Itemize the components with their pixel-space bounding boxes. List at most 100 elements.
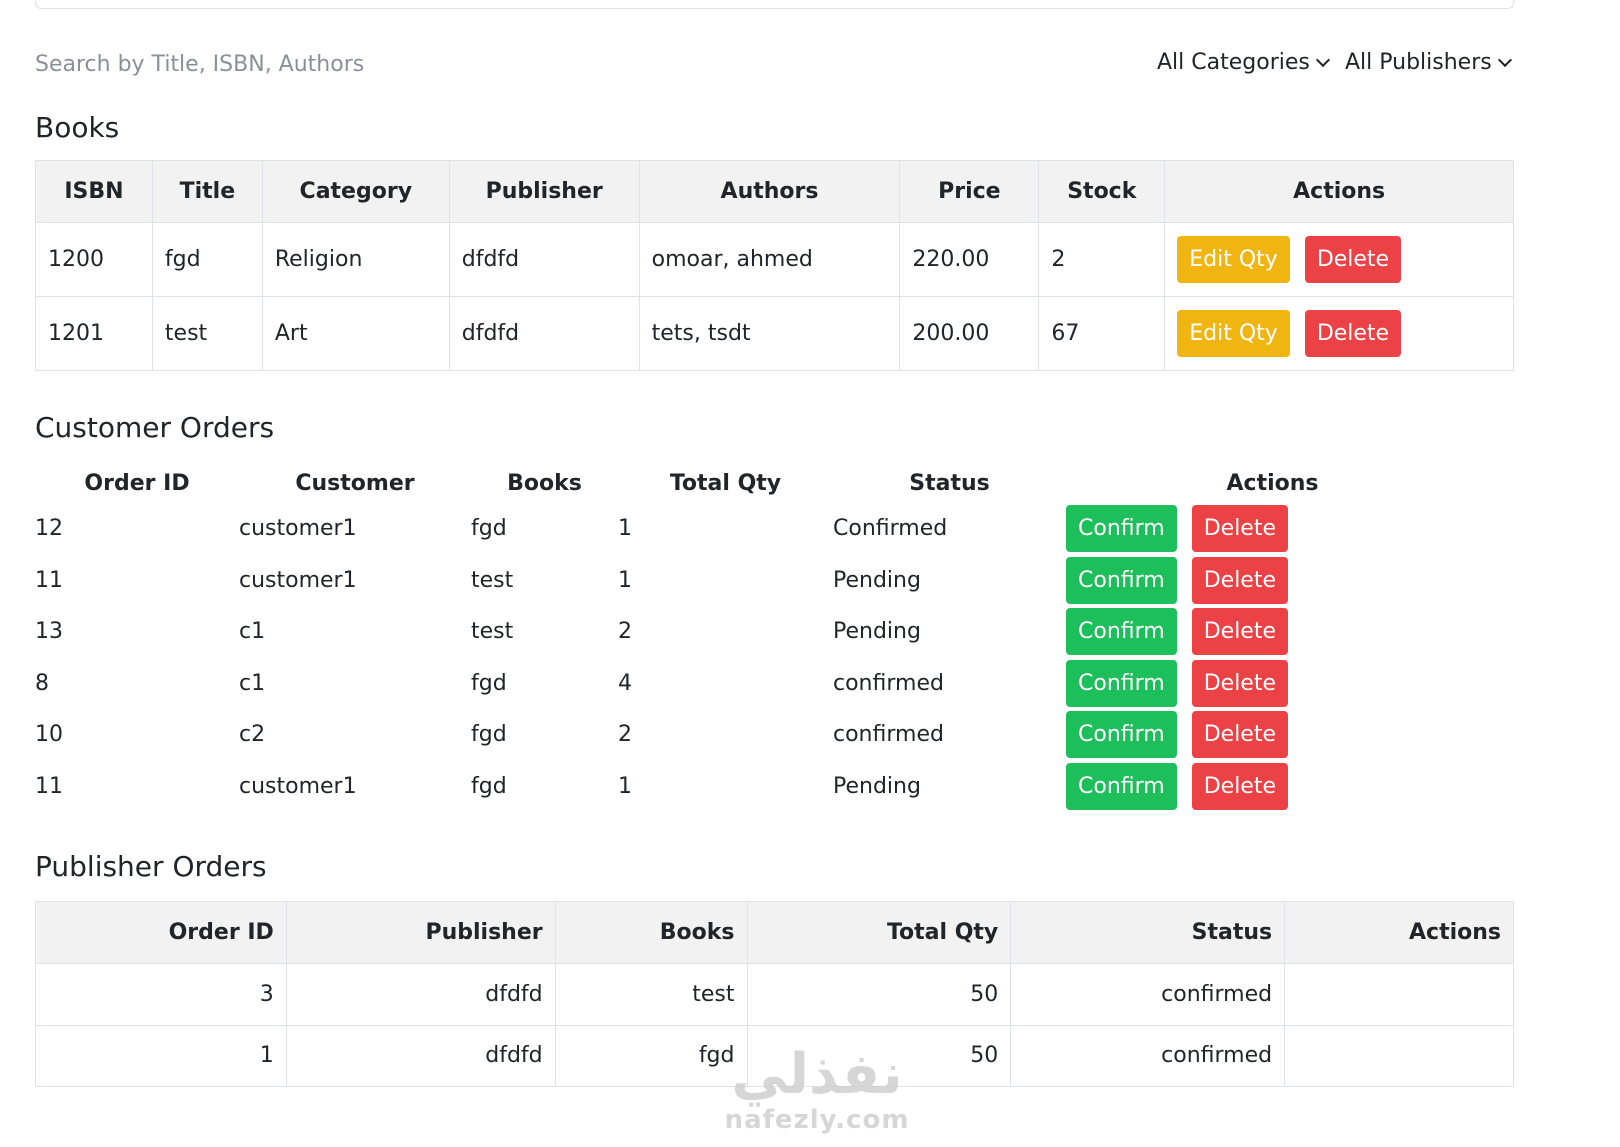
actions-cell: Edit Qty Delete [1164, 296, 1514, 371]
publisher-orders-title: Publisher Orders [35, 850, 267, 883]
actions-cell: Confirm Delete [1066, 503, 1479, 555]
column-header: Authors [638, 160, 901, 223]
order-id-cell: 3 [35, 963, 287, 1026]
status-cell: confirmed [1010, 963, 1286, 1026]
stock-cell: 2 [1038, 222, 1166, 297]
column-header: ISBN [35, 160, 153, 223]
publisher-select-label: All Publishers [1345, 50, 1492, 75]
status-cell: Pending [833, 567, 921, 593]
table-row: 12 customer1 fgd 1 Confirmed Confirm Del… [35, 503, 1479, 555]
category-select-label: All Categories [1157, 50, 1310, 75]
table-header-row: ISBN Title Category Publisher Authors Pr… [35, 160, 1514, 223]
column-header: Actions [1226, 470, 1319, 496]
qty-cell: 4 [618, 670, 632, 696]
books-cell: fgd [471, 722, 507, 748]
table-row: 8 c1 fgd 4 confirmed Confirm Delete [35, 658, 1479, 710]
customer-orders-table: Order ID Customer Books Total Qty Status… [35, 463, 1479, 812]
qty-cell: 50 [746, 963, 1012, 1026]
table-row: 13 c1 test 2 Pending Confirm Delete [35, 606, 1479, 658]
edit-qty-button[interactable]: Edit Qty [1177, 310, 1290, 357]
watermark: نفذلي nafezly.com [712, 1045, 922, 1136]
delete-order-button[interactable]: Delete [1191, 711, 1289, 759]
status-cell: confirmed [833, 670, 944, 696]
order-id-cell: 12 [35, 516, 63, 542]
isbn-cell: 1200 [35, 222, 153, 297]
customer-cell: customer1 [239, 773, 357, 799]
books-cell: test [554, 963, 748, 1026]
table-header-row: Order ID Customer Books Total Qty Status… [35, 463, 1479, 503]
publisher-cell: dfdfd [285, 963, 556, 1026]
publisher-select[interactable]: All Publishers [1345, 50, 1512, 75]
actions-cell: Confirm Delete [1066, 658, 1479, 710]
customer-cell: customer1 [239, 516, 357, 542]
confirm-order-button[interactable]: Confirm [1066, 608, 1177, 656]
category-select[interactable]: All Categories [1157, 50, 1330, 75]
qty-cell: 2 [618, 722, 632, 748]
confirm-order-button[interactable]: Confirm [1066, 505, 1177, 553]
books-table: ISBN Title Category Publisher Authors Pr… [35, 160, 1514, 371]
authors-cell: omoar, ahmed [638, 222, 901, 297]
qty-cell: 1 [618, 773, 632, 799]
filter-bar: All Categories All Publishers [35, 44, 1514, 84]
delete-order-button[interactable]: Delete [1191, 762, 1289, 810]
confirm-order-button[interactable]: Confirm [1066, 556, 1177, 604]
column-header: Actions [1284, 901, 1514, 964]
status-cell: Pending [833, 619, 921, 645]
actions-cell: Edit Qty Delete [1164, 222, 1514, 297]
isbn-cell: 1201 [35, 296, 153, 371]
confirm-order-button[interactable]: Confirm [1066, 762, 1177, 810]
edit-qty-button[interactable]: Edit Qty [1177, 236, 1290, 283]
table-header-row: Order ID Publisher Books Total Qty Statu… [35, 901, 1514, 964]
column-header: Order ID [84, 470, 190, 496]
order-id-cell: 11 [35, 567, 63, 593]
books-cell: test [471, 619, 514, 645]
status-cell: Pending [833, 773, 921, 799]
status-cell: confirmed [1010, 1024, 1286, 1087]
qty-cell: 1 [618, 567, 632, 593]
delete-book-button[interactable]: Delete [1304, 236, 1402, 283]
books-cell: fgd [471, 670, 507, 696]
column-header: Customer [295, 470, 415, 496]
table-row: 3 dfdfd test 50 confirmed [35, 963, 1514, 1026]
delete-order-button[interactable]: Delete [1191, 505, 1289, 553]
status-cell: confirmed [833, 722, 944, 748]
publisher-cell: dfdfd [448, 222, 640, 297]
actions-cell: Confirm Delete [1066, 555, 1479, 607]
delete-order-button[interactable]: Delete [1191, 556, 1289, 604]
qty-cell: 2 [618, 619, 632, 645]
customer-cell: c1 [239, 619, 266, 645]
order-id-cell: 8 [35, 670, 49, 696]
search-input[interactable] [35, 44, 735, 84]
column-header: Actions [1164, 160, 1514, 223]
delete-order-button[interactable]: Delete [1191, 608, 1289, 656]
price-cell: 200.00 [899, 296, 1040, 371]
table-row: 1200 fgd Religion dfdfd omoar, ahmed 220… [35, 222, 1514, 297]
books-cell: fgd [471, 773, 507, 799]
order-id-cell: 1 [35, 1024, 287, 1087]
stock-cell: 67 [1038, 296, 1166, 371]
chevron-down-icon [1315, 52, 1330, 67]
customer-orders-title: Customer Orders [35, 411, 275, 444]
actions-cell: Confirm Delete [1066, 606, 1479, 658]
actions-cell: Confirm Delete [1066, 709, 1479, 761]
confirm-order-button[interactable]: Confirm [1066, 659, 1177, 707]
column-header: Publisher [448, 160, 640, 223]
delete-book-button[interactable]: Delete [1304, 310, 1402, 357]
confirm-order-button[interactable]: Confirm [1066, 711, 1177, 759]
books-cell: test [471, 567, 514, 593]
column-header: Status [909, 470, 990, 496]
column-header: Total Qty [746, 901, 1012, 964]
table-row: 11 customer1 test 1 Pending Confirm Dele… [35, 555, 1479, 607]
table-row: 11 customer1 fgd 1 Pending Confirm Delet… [35, 761, 1479, 813]
category-cell: Art [261, 296, 450, 371]
order-id-cell: 10 [35, 722, 63, 748]
table-row: 1201 test Art dfdfd tets, tsdt 200.00 67… [35, 296, 1514, 371]
qty-cell: 1 [618, 516, 632, 542]
top-card [35, 0, 1514, 9]
books-title: Books [35, 111, 120, 144]
column-header: Status [1010, 901, 1286, 964]
delete-order-button[interactable]: Delete [1191, 659, 1289, 707]
authors-cell: tets, tsdt [638, 296, 901, 371]
actions-cell: Confirm Delete [1066, 761, 1479, 813]
column-header: Books [554, 901, 748, 964]
